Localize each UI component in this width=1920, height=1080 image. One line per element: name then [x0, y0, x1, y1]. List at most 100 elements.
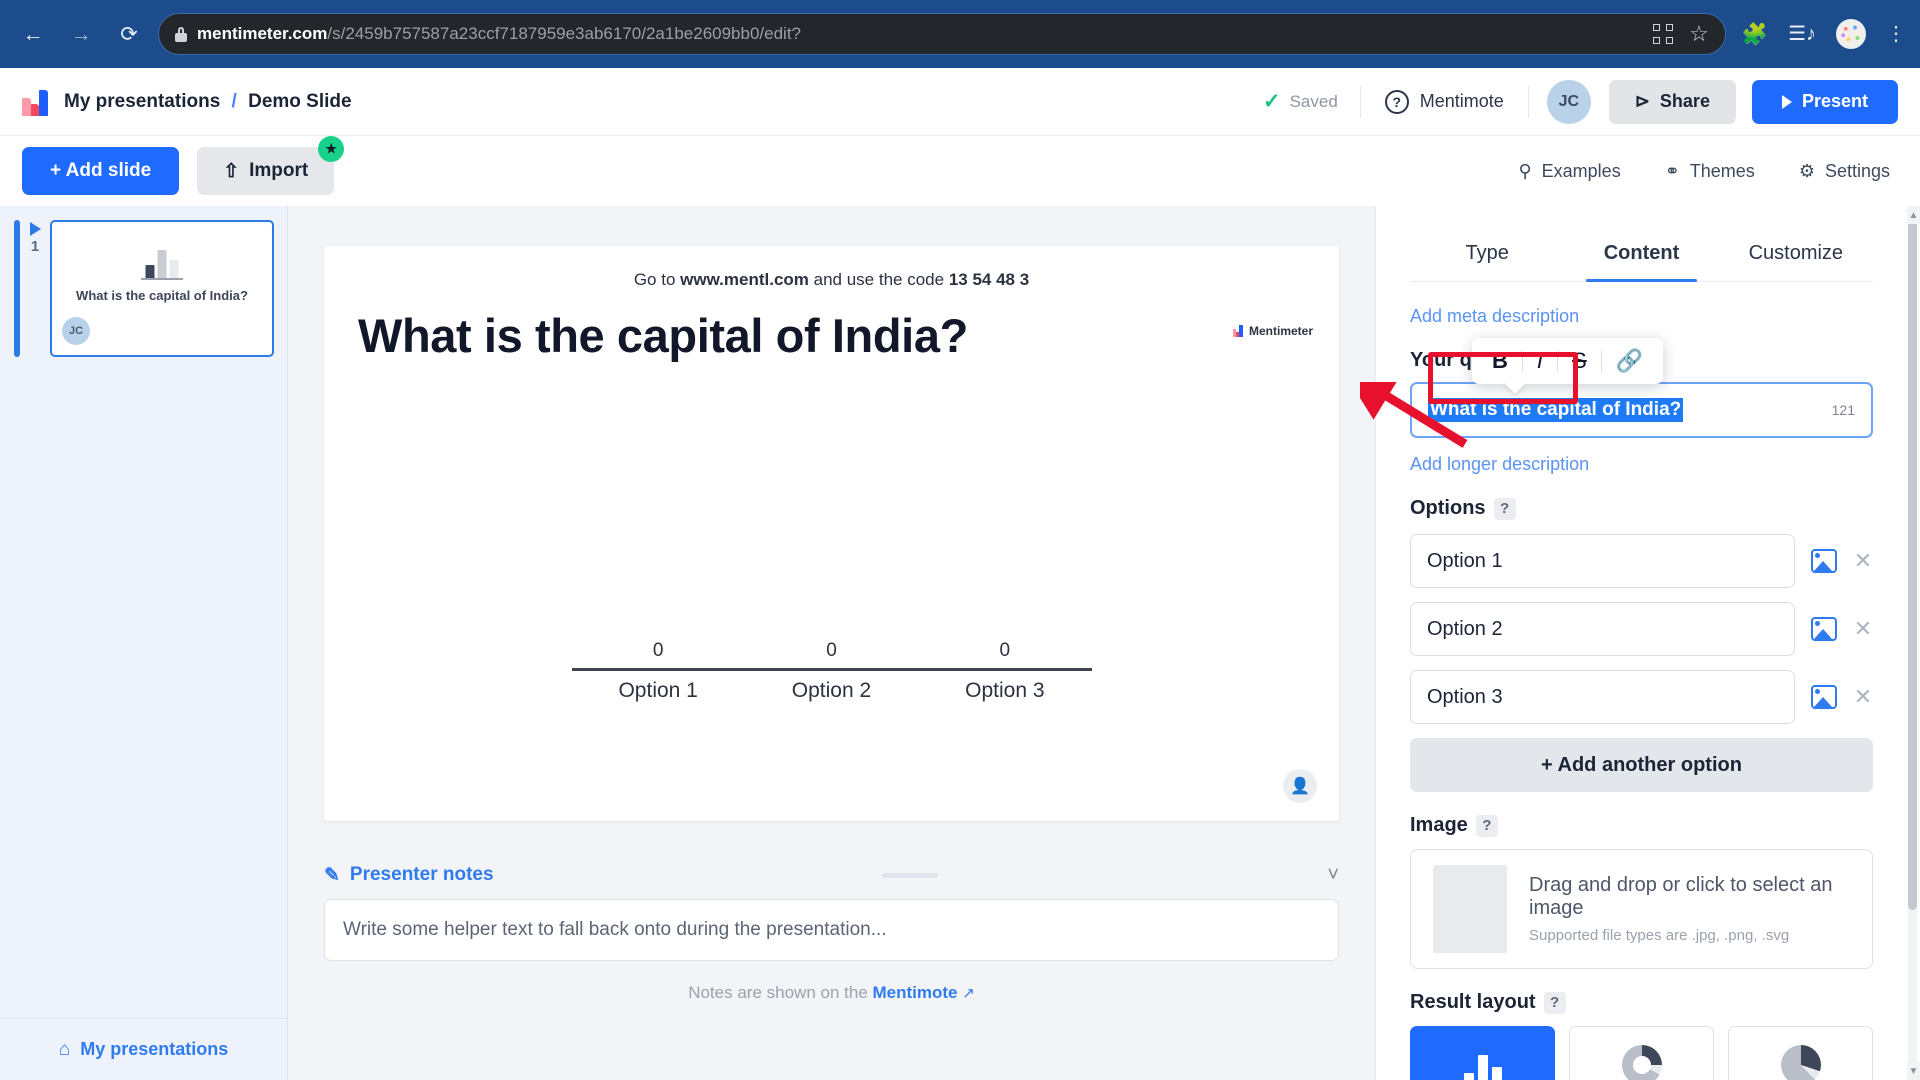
- result-layout-label-text: Result layout: [1410, 991, 1536, 1014]
- my-presentations-label: My presentations: [80, 1039, 228, 1060]
- url-domain: mentimeter.com: [197, 24, 327, 43]
- strikethrough-button[interactable]: S: [1558, 350, 1601, 372]
- chart-category-2: Option 3: [918, 679, 1091, 703]
- thumbnail-axis-line: [141, 278, 183, 280]
- play-triangle-icon: [1782, 95, 1792, 109]
- link-icon[interactable]: 🔗: [1602, 350, 1657, 372]
- star-badge-icon: ★: [318, 136, 344, 162]
- app-header: My presentations / Demo Slide ✓ Saved ? …: [0, 68, 1920, 136]
- close-x-icon[interactable]: ✕: [1853, 684, 1873, 710]
- option-input-1[interactable]: Option 1: [1410, 534, 1795, 588]
- themes-label: Themes: [1690, 161, 1755, 182]
- my-presentations-link[interactable]: ⌂ My presentations: [0, 1018, 287, 1080]
- result-layout-options: [1410, 1026, 1873, 1080]
- mentimote-button[interactable]: ? Mentimote: [1361, 90, 1528, 114]
- presenter-notes-input[interactable]: Write some helper text to fall back onto…: [324, 899, 1339, 961]
- settings-button[interactable]: ⚙ Settings: [1799, 161, 1890, 182]
- italic-button[interactable]: I: [1523, 350, 1557, 372]
- breadcrumb-separator: /: [232, 91, 237, 112]
- join-code-value: 13 54 48 3: [949, 270, 1029, 289]
- avatar[interactable]: JC: [1547, 80, 1591, 124]
- options-help-icon[interactable]: ?: [1494, 498, 1516, 520]
- slide-preview[interactable]: Go to www.mentl.com and use the code 13 …: [324, 246, 1339, 821]
- thumbnail-avatar: JC: [62, 317, 90, 345]
- play-triangle-icon[interactable]: [30, 222, 41, 236]
- slide-question-text: What is the capital of India?: [358, 308, 968, 363]
- import-button[interactable]: ⇧ Import ★: [197, 147, 334, 195]
- watermark-label: Mentimeter: [1249, 324, 1313, 338]
- share-label: Share: [1660, 91, 1710, 112]
- slide-thumbnail-item[interactable]: 1 What is the capital of India? JC: [0, 216, 288, 361]
- image-label-text: Image: [1410, 814, 1468, 837]
- thumbnail-title: What is the capital of India?: [60, 288, 264, 304]
- add-longer-description-link[interactable]: Add longer description: [1410, 454, 1589, 475]
- examples-button[interactable]: ⚲ Examples: [1518, 161, 1620, 182]
- option-row: Option 1 ✕: [1410, 534, 1873, 588]
- share-nodes-icon: ⊳: [1635, 91, 1650, 112]
- add-slide-button[interactable]: + Add slide: [22, 147, 179, 195]
- add-another-option-button[interactable]: + Add another option: [1410, 738, 1873, 792]
- close-x-icon[interactable]: ✕: [1853, 616, 1873, 642]
- puzzle-piece-icon[interactable]: 🧩: [1742, 24, 1768, 45]
- option-input-2[interactable]: Option 2: [1410, 602, 1795, 656]
- bar-chart-layout-button[interactable]: [1410, 1026, 1555, 1080]
- image-icon[interactable]: [1811, 685, 1837, 709]
- star-icon[interactable]: ☆: [1689, 23, 1709, 45]
- notes-footer-link[interactable]: Mentimote: [872, 983, 957, 1002]
- join-domain: www.mentl.com: [680, 270, 809, 289]
- panel-scrollbar-thumb[interactable]: [1908, 210, 1917, 910]
- grid-apps-icon[interactable]: [1653, 24, 1673, 44]
- close-x-icon[interactable]: ✕: [1853, 548, 1873, 574]
- examples-label: Examples: [1542, 161, 1621, 182]
- chart-value-0: 0: [572, 640, 745, 668]
- chart-category-1: Option 2: [745, 679, 918, 703]
- options-label: Options ?: [1410, 497, 1873, 520]
- reload-icon[interactable]: ⟳: [110, 15, 148, 53]
- saved-label: Saved: [1290, 92, 1338, 112]
- breadcrumb-current-slide[interactable]: Demo Slide: [248, 91, 351, 112]
- scroll-up-arrow-icon[interactable]: ▲: [1907, 206, 1920, 224]
- present-button[interactable]: Present: [1752, 80, 1898, 124]
- option-input-3[interactable]: Option 3: [1410, 670, 1795, 724]
- tab-content[interactable]: Content: [1564, 230, 1718, 281]
- question-input[interactable]: B I S 🔗 What is the capital of India? 12…: [1410, 382, 1873, 438]
- tab-type[interactable]: Type: [1410, 230, 1564, 281]
- address-bar[interactable]: mentimeter.com/s/2459b757587a23ccf718795…: [158, 13, 1726, 55]
- add-meta-description-link[interactable]: Add meta description: [1410, 306, 1579, 327]
- join-prefix: Go to: [634, 270, 680, 289]
- drag-handle[interactable]: [882, 873, 938, 878]
- image-dropzone[interactable]: Drag and drop or click to select an imag…: [1410, 849, 1873, 969]
- forward-arrow-icon[interactable]: →: [62, 15, 100, 53]
- share-button[interactable]: ⊳ Share: [1609, 80, 1736, 124]
- pie-chart-layout-button[interactable]: [1728, 1026, 1873, 1080]
- settings-label: Settings: [1825, 161, 1890, 182]
- image-icon[interactable]: [1811, 549, 1837, 573]
- back-arrow-icon[interactable]: ←: [14, 15, 52, 53]
- slide-thumbnail[interactable]: What is the capital of India? JC: [50, 220, 274, 357]
- dropzone-subtitle: Supported file types are .jpg, .png, .sv…: [1529, 927, 1850, 944]
- image-icon[interactable]: [1811, 617, 1837, 641]
- chevron-down-icon[interactable]: ˅: [1327, 864, 1339, 887]
- image-help-icon[interactable]: ?: [1476, 815, 1498, 837]
- slide-canvas-area: Go to www.mentl.com and use the code 13 …: [288, 206, 1375, 1080]
- profile-avatar-icon[interactable]: [1836, 19, 1866, 49]
- themes-button[interactable]: ⚭ Themes: [1665, 161, 1755, 182]
- tab-customize[interactable]: Customize: [1719, 230, 1873, 281]
- donut-chart-layout-button[interactable]: [1569, 1026, 1714, 1080]
- character-count: 121: [1832, 402, 1855, 418]
- scroll-down-arrow-icon[interactable]: ▼: [1907, 1062, 1920, 1080]
- present-label: Present: [1802, 91, 1868, 112]
- slide-rail: 1 What is the capital of India? JC ⌂ My …: [0, 206, 288, 1080]
- image-placeholder-icon: [1433, 865, 1507, 953]
- question-input-value: What is the capital of India?: [1428, 398, 1683, 422]
- rich-text-format-toolbar[interactable]: B I S 🔗: [1472, 338, 1663, 384]
- media-list-icon[interactable]: ☰♪: [1788, 24, 1816, 44]
- breadcrumb-my-presentations[interactable]: My presentations: [64, 91, 220, 112]
- bold-button[interactable]: B: [1478, 350, 1522, 372]
- three-dot-menu-icon[interactable]: ⋮: [1886, 24, 1906, 44]
- pie-chart-icon: [1781, 1045, 1821, 1080]
- import-label: Import: [249, 160, 308, 182]
- result-layout-help-icon[interactable]: ?: [1544, 992, 1566, 1014]
- gear-icon: ⚙: [1799, 161, 1815, 182]
- presenter-notes-header[interactable]: ✎ Presenter notes: [324, 864, 494, 887]
